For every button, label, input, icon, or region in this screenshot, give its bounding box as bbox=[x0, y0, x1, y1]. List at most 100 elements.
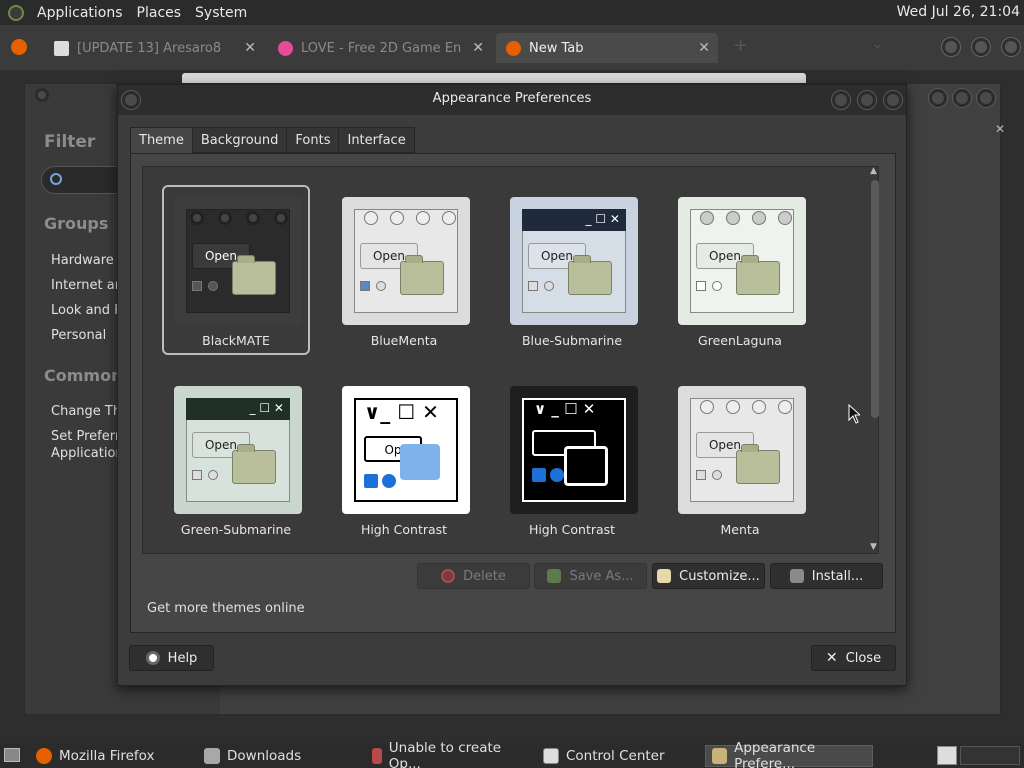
folder-icon bbox=[400, 444, 440, 480]
menu-applications[interactable]: Applications bbox=[30, 5, 130, 21]
theme-name: High Contrast bbox=[360, 522, 448, 537]
minimize-icon[interactable] bbox=[832, 91, 850, 109]
theme-preview: Open bbox=[678, 197, 806, 325]
checkbox-preview bbox=[192, 470, 202, 480]
maximize-icon[interactable] bbox=[953, 89, 971, 107]
theme-preview: ∨ _ ☐ ✕ bbox=[510, 386, 638, 514]
groups-title: Groups bbox=[44, 214, 109, 233]
group-item[interactable]: Internet an bbox=[51, 277, 123, 294]
firefox-icon bbox=[11, 39, 27, 55]
clock[interactable]: Wed Jul 26, 21:04 bbox=[897, 4, 1020, 20]
tab-interface[interactable]: Interface bbox=[338, 127, 415, 153]
search-icon bbox=[50, 173, 62, 185]
save-as-label: Save As... bbox=[569, 568, 634, 584]
scroll-down-icon[interactable]: ▼ bbox=[870, 542, 877, 552]
taskbar-item-firefox[interactable]: Mozilla Firefox bbox=[30, 745, 195, 767]
radio-preview bbox=[712, 281, 722, 291]
theme-preview: Open bbox=[342, 197, 470, 325]
checkbox-preview bbox=[528, 281, 538, 291]
new-tab-icon[interactable]: + bbox=[733, 35, 748, 56]
taskbar-item-control-center[interactable]: Control Center bbox=[537, 745, 702, 767]
customize-button[interactable]: Customize... bbox=[652, 563, 765, 589]
folder-icon bbox=[736, 444, 780, 484]
group-item[interactable]: Hardware bbox=[51, 252, 114, 269]
window-buttons-icon: ∨ _ ☐ ✕ bbox=[534, 400, 596, 418]
checkbox-preview bbox=[360, 281, 370, 291]
appearance-icon bbox=[712, 748, 728, 764]
taskbar-label: Control Center bbox=[566, 748, 665, 764]
close-window-icon[interactable] bbox=[1002, 38, 1020, 56]
folder-icon bbox=[204, 748, 220, 764]
theme-name: BlueMenta bbox=[370, 333, 438, 348]
close-icon[interactable]: ✕ bbox=[995, 122, 1005, 136]
save-as-button[interactable]: Save As... bbox=[534, 563, 647, 589]
close-tab-icon[interactable]: ✕ bbox=[472, 40, 484, 56]
group-item[interactable]: Personal bbox=[51, 327, 106, 344]
dialog-tabs: Theme Background Fonts Interface bbox=[130, 127, 415, 154]
group-item[interactable]: Look and F bbox=[51, 302, 122, 319]
tab-theme[interactable]: Theme bbox=[130, 127, 193, 154]
menu-icon[interactable] bbox=[35, 88, 49, 102]
menu-places[interactable]: Places bbox=[130, 5, 189, 21]
close-window-icon[interactable] bbox=[977, 89, 995, 107]
taskbar-label: Appearance Prefere... bbox=[734, 740, 816, 768]
titlebar-preview: _ ☐ ✕ bbox=[186, 398, 290, 420]
taskbar-label: Mozilla Firefox bbox=[59, 748, 155, 764]
minimize-icon[interactable] bbox=[942, 38, 960, 56]
close-window-icon[interactable] bbox=[884, 91, 902, 109]
theme-preview: _ ☐ ✕ Open bbox=[510, 197, 638, 325]
common-item[interactable]: Application bbox=[51, 445, 124, 462]
checkbox-preview bbox=[364, 474, 378, 488]
scroll-up-icon[interactable]: ▲ bbox=[870, 166, 877, 176]
taskbar-item-appearance[interactable]: Appearance Prefere... bbox=[705, 740, 873, 768]
dialog-title: Appearance Preferences bbox=[432, 91, 592, 106]
folder-icon bbox=[232, 444, 276, 484]
close-tab-icon[interactable]: ✕ bbox=[698, 40, 710, 56]
theme-grid-scrollbar[interactable]: ▲ ▼ bbox=[869, 166, 881, 554]
menu-system[interactable]: System bbox=[188, 5, 254, 21]
dialog-titlebar[interactable]: Appearance Preferences bbox=[118, 85, 906, 115]
titlebar-preview: _ ☐ ✕ bbox=[522, 209, 626, 231]
delete-label: Delete bbox=[463, 568, 506, 584]
get-more-themes-link[interactable]: Get more themes online bbox=[147, 601, 305, 616]
minimize-icon[interactable] bbox=[929, 89, 947, 107]
firefox-tab[interactable]: [UPDATE 13] Aresaro8 ✕ bbox=[44, 33, 264, 63]
radio-preview bbox=[376, 281, 386, 291]
delete-button[interactable]: Delete bbox=[417, 563, 530, 589]
install-icon bbox=[789, 569, 804, 583]
tab-background[interactable]: Background bbox=[191, 127, 288, 153]
help-button[interactable]: Help bbox=[129, 645, 214, 671]
firefox-tab[interactable]: LÖVE - Free 2D Game Eng ✕ bbox=[268, 33, 492, 63]
folder-icon bbox=[736, 255, 780, 295]
radio-preview bbox=[712, 470, 722, 480]
workspace-switcher-icon[interactable] bbox=[960, 746, 1020, 765]
folder-icon bbox=[568, 255, 612, 295]
tab-list-chevron-icon[interactable]: ⌄ bbox=[872, 37, 883, 52]
firefox-tab-active[interactable]: New Tab ✕ bbox=[496, 33, 718, 63]
theme-name: GreenLaguna bbox=[698, 333, 782, 348]
taskbar-item-downloads[interactable]: Downloads bbox=[198, 745, 363, 767]
install-button[interactable]: Install... bbox=[770, 563, 883, 589]
checkbox-preview bbox=[532, 468, 546, 482]
radio-preview bbox=[550, 468, 564, 482]
theme-preview: ∨_ ☐ ✕ Op bbox=[342, 386, 470, 514]
window-buttons-icon bbox=[690, 400, 794, 414]
theme-name: Green-Submarine bbox=[180, 522, 292, 537]
tab-fonts[interactable]: Fonts bbox=[286, 127, 340, 153]
mate-logo-icon[interactable] bbox=[8, 4, 24, 21]
delete-icon bbox=[441, 569, 456, 583]
maximize-icon[interactable] bbox=[858, 91, 876, 109]
common-item[interactable]: Change Th bbox=[51, 403, 121, 420]
maximize-icon[interactable] bbox=[972, 38, 990, 56]
folder-icon bbox=[564, 446, 608, 486]
close-tab-icon[interactable]: ✕ bbox=[244, 40, 256, 56]
scrollbar-thumb[interactable] bbox=[871, 180, 879, 418]
show-desktop-icon[interactable] bbox=[4, 748, 20, 762]
folder-icon bbox=[232, 255, 276, 295]
taskbar-item-unable-to-create[interactable]: Unable to create Op... bbox=[366, 740, 534, 768]
theme-name: High Contrast bbox=[528, 522, 616, 537]
tab-favicon-icon bbox=[278, 40, 293, 56]
close-button[interactable]: ✕ Close bbox=[811, 645, 896, 671]
workspace-switcher-icon[interactable] bbox=[937, 746, 957, 765]
checkbox-preview bbox=[192, 281, 202, 291]
